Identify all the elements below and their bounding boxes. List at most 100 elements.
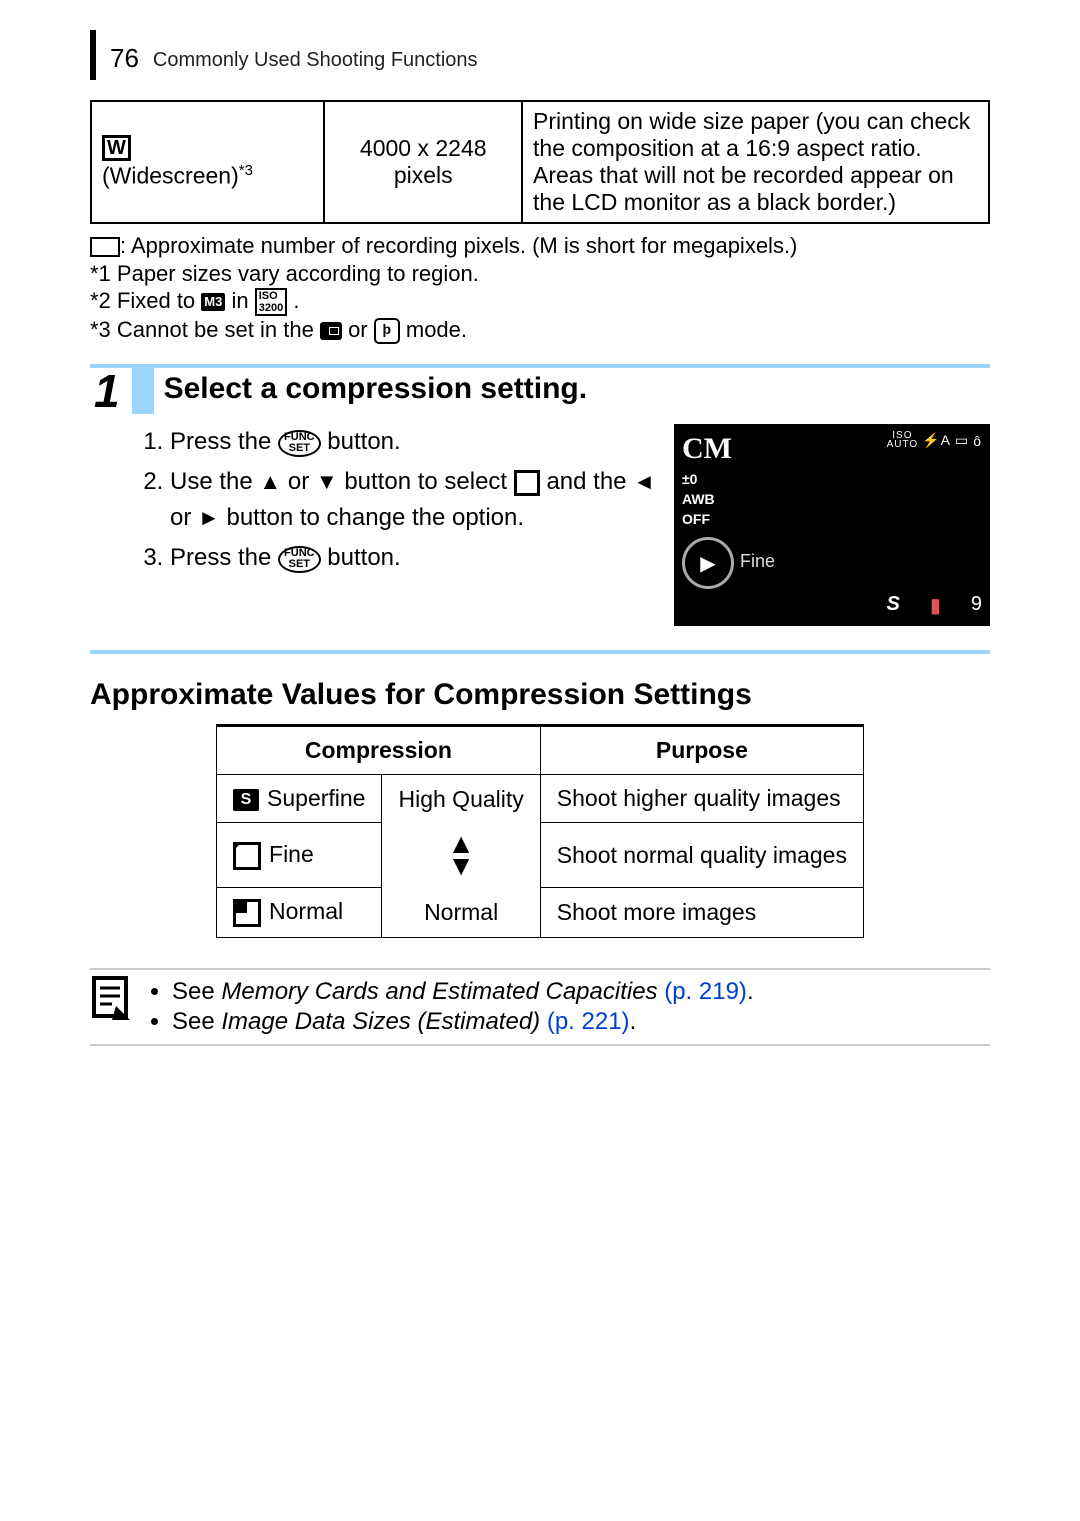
ct-r1-label: S Superfine [217,775,382,823]
step-text: Press the FUNCSET button. Use the ▲ or ▼… [90,424,658,626]
lcd-flash-icon: ⚡A [922,432,951,449]
normal-icon [233,899,261,927]
compression-select-icon [514,470,540,496]
step-1: 1 Select a compression setting. [90,368,990,414]
fn2-c: . [293,288,299,313]
page-header: 76 Commonly Used Shooting Functions [90,30,990,80]
s13b: button. [327,544,400,571]
step-number: 1 [90,368,132,414]
sa2b: Image Data Sizes (Estimated) [221,1008,540,1035]
fn3-b: or [348,317,374,342]
iso-top: ISO [259,290,278,302]
lcd-iso-icon: ISOAUTO [887,432,919,449]
step-1-2: Use the ▲ or ▼ button to select and the … [170,464,658,536]
s11a: Press the [170,428,278,455]
link-p221[interactable]: (p. 221) [540,1008,629,1035]
lcd-count: 9 [971,593,982,618]
lcd-left: ±0 AWB OFF [682,470,982,529]
s12c: and the [546,468,633,495]
m3-icon: M3 [201,293,225,311]
compression-table: Compression Purpose SSuperfine High Qual… [216,724,864,938]
easy-mode-icon [320,322,342,340]
sa1d: . [747,978,754,1005]
footnote-pixels: : Approximate number of recording pixels… [90,232,990,260]
footnotes: : Approximate number of recording pixels… [90,232,990,344]
digital-mode-icon: þ [374,318,400,344]
see-also-2: See Image Data Sizes (Estimated) (p. 221… [172,1008,754,1036]
widescreen-noteref: *3 [239,162,253,179]
set-text: SET [289,442,310,454]
lcd-rect-icon: ▭ [955,432,969,449]
pixel-rect-icon [90,237,120,257]
table-row: Normal Normal Shoot more images [217,888,864,938]
lcd-preview: CM ISOAUTO ⚡A ▭ ô ±0 AWB OFF ▶ Fine [674,424,990,626]
sa1b: Memory Cards and Estimated Capacities [221,978,657,1005]
func-text2: FUNC [284,547,315,559]
lcd-bottom-icons: S ▮ 9 [887,593,982,618]
footnote-pixels-text: : Approximate number of recording pixels… [120,233,797,258]
s12d: button to change the option. [226,504,524,531]
widescreen-w-icon: W [102,135,131,161]
lcd-dial-icon: ▶ [682,537,734,589]
lcd-bar-icon: ▮ [930,593,941,618]
func-set-button-icon: FUNCSET [278,430,321,457]
lcd-ev: ±0 [682,470,982,490]
widescreen-table: W (Widescreen)*3 4000 x 2248 pixels Prin… [90,100,990,224]
ct-r1-p: Shoot higher quality images [540,775,863,823]
down-arrow-icon: ▼ [316,469,338,494]
widescreen-cell-res: 4000 x 2248 pixels [324,101,522,223]
r3-label: Normal [269,898,343,924]
up-arrow-icon: ▲ [259,469,281,494]
step-body: Press the FUNCSET button. Use the ▲ or ▼… [90,424,990,626]
sa2d: . [630,1008,637,1035]
lcd-off: OFF [682,510,982,530]
ct-h1: Compression [217,726,541,775]
footnote-1: *1 Paper sizes vary according to region. [90,260,990,288]
sa2a: See [172,1008,221,1035]
see-also: See Memory Cards and Estimated Capacitie… [90,968,990,1046]
step-title: Select a compression setting. [164,368,990,406]
fn2-a: *2 Fixed to [90,288,201,313]
fn2-b: in [231,288,254,313]
section-name: Commonly Used Shooting Functions [153,49,478,80]
s11b: button. [327,428,400,455]
widescreen-resolution: 4000 x 2248 [360,135,487,161]
s13a: Press the [170,544,278,571]
s12or1: or [288,468,316,495]
r1-label: Superfine [267,785,365,811]
link-p219[interactable]: (p. 219) [658,978,747,1005]
see-also-1: See Memory Cards and Estimated Capacitie… [172,978,754,1006]
widescreen-resolution-unit: pixels [394,162,453,188]
fn3-c: mode. [406,317,467,342]
ct-r3-q: Normal [382,888,540,938]
s12or2: or [170,504,198,531]
ct-h2: Purpose [540,726,863,775]
footnote-3: *3 Cannot be set in the or þ mode. [90,316,990,344]
lcd-cm: CM [682,432,732,466]
widescreen-cell-desc: Printing on wide size paper (you can che… [522,101,989,223]
s12a: Use the [170,468,259,495]
ct-r2-p: Shoot normal quality images [540,823,863,888]
s12b: button to select [344,468,513,495]
superfine-icon: S [233,789,259,811]
lcd-s-icon: S [887,593,900,618]
lcd-timer-icon: ô [973,433,982,449]
section-title: Approximate Values for Compression Setti… [90,678,990,712]
r2-label: Fine [269,841,314,867]
lcd-top-icons: ISOAUTO ⚡A ▭ ô [887,432,982,449]
lcd-awb: AWB [682,490,982,510]
iso3200-icon: ISO3200 [255,288,287,316]
quality-arrows-icon: ▲▼ [398,833,523,878]
fine-icon [233,842,261,870]
divider-2 [90,650,990,654]
step-1-1: Press the FUNCSET button. [170,424,658,460]
widescreen-label: (Widescreen) [102,162,239,188]
set-text2: SET [289,558,310,570]
func-set-button-icon-2: FUNCSET [278,546,321,573]
fn3-a: *3 Cannot be set in the [90,317,320,342]
page-number: 76 [96,43,153,80]
iso-bot: 3200 [259,302,283,314]
table-row: Fine ▲▼ Shoot normal quality images [217,823,864,888]
left-arrow-icon: ◄ [633,469,655,494]
memo-icon [90,976,130,1029]
